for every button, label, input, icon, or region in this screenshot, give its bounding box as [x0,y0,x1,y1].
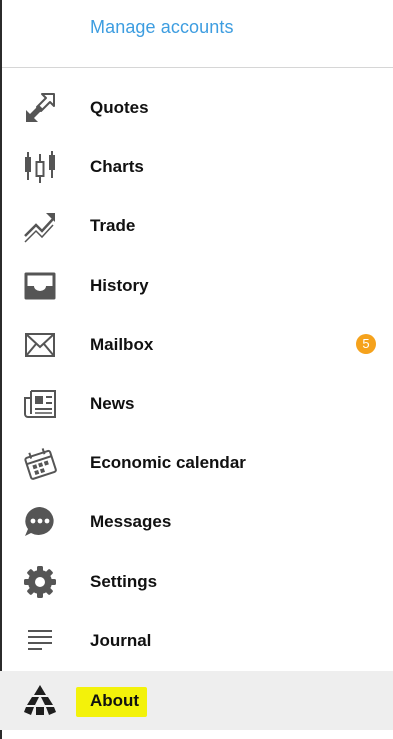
menu-item-about[interactable]: About [0,670,393,731]
menu-label: Settings [90,571,158,591]
header-divider [2,67,393,68]
menu-item-trade[interactable]: Trade [0,197,393,256]
menu-label: Economic calendar [90,453,246,473]
trade-trend-icon [22,208,58,244]
account-header: Manage accounts [0,0,393,67]
menu-label: Charts [90,157,144,177]
menu-item-news[interactable]: News [0,375,393,434]
about-logo-icon [22,682,58,718]
manage-accounts-link[interactable]: Manage accounts [90,17,234,38]
menu-item-messages[interactable]: Messages [0,493,393,552]
menu-item-history[interactable]: History [0,257,393,316]
navigation-menu: Quotes Charts Trade History Mailbox 5 Ne… [0,79,393,731]
menu-item-journal[interactable]: Journal [0,612,393,671]
menu-label: Trade [90,216,136,236]
gear-icon [22,564,58,600]
menu-label: News [90,393,135,413]
menu-label: Messages [90,512,172,532]
candlestick-chart-icon [22,149,58,185]
menu-item-mailbox[interactable]: Mailbox 5 [0,316,393,375]
menu-label: Mailbox [90,334,154,354]
journal-lines-icon [22,623,58,659]
quotes-arrows-icon [22,90,58,126]
menu-label: About [76,686,148,717]
menu-label: Journal [90,630,152,650]
inbox-tray-icon [22,268,58,304]
envelope-icon [22,327,58,363]
menu-label: History [90,275,149,295]
menu-item-quotes[interactable]: Quotes [0,79,393,138]
menu-item-economic-calendar[interactable]: Economic calendar [0,434,393,493]
menu-item-charts[interactable]: Charts [0,138,393,197]
menu-item-settings[interactable]: Settings [0,553,393,612]
newspaper-icon [22,386,58,422]
chat-bubble-icon [22,504,58,540]
unread-count-badge: 5 [356,333,376,354]
menu-label: Quotes [90,98,149,117]
calendar-icon [22,445,58,481]
